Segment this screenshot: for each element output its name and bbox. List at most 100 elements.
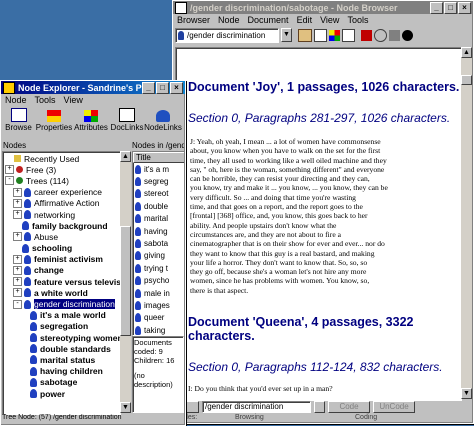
tree-node-row[interactable]: marital status	[3, 354, 120, 365]
child-node-row[interactable]: stereot	[133, 188, 184, 200]
tree-node-row[interactable]: + change	[3, 265, 120, 276]
expand-icon[interactable]: +	[13, 198, 22, 208]
menu-view[interactable]: View	[64, 95, 83, 105]
tree-node-row[interactable]: - gender discrimination	[3, 298, 120, 310]
find-icon[interactable]	[389, 29, 400, 41]
expand-icon[interactable]: +	[13, 187, 22, 197]
expand-icon[interactable]: +	[13, 277, 22, 287]
child-node-row[interactable]: trying t	[133, 262, 184, 274]
expand-icon[interactable]: +	[5, 165, 14, 175]
flag-icon[interactable]	[361, 29, 372, 41]
tree-node-row[interactable]: Recently Used	[3, 153, 120, 164]
child-node-row[interactable]: giving	[133, 250, 184, 262]
close-icon[interactable]: ×	[170, 81, 183, 94]
browser-statusbar: Nodes: Browsing Coding	[175, 414, 471, 423]
tree-node-row[interactable]: + Free (3)	[3, 164, 120, 175]
tree-node-row[interactable]: stereotyping women	[3, 332, 120, 343]
scroll-up-icon[interactable]: ▲	[120, 151, 131, 162]
expand-icon[interactable]: +	[13, 210, 22, 220]
close-icon[interactable]: ×	[458, 1, 471, 14]
collapse-icon[interactable]: -	[13, 299, 22, 309]
child-node-row[interactable]: taking	[133, 324, 184, 335]
child-node-row[interactable]: double	[133, 200, 184, 212]
child-node-row[interactable]: it's a m	[133, 163, 184, 175]
tree-node-row[interactable]: power	[3, 388, 120, 399]
child-node-row[interactable]: psycho	[133, 275, 184, 287]
node-icon	[30, 333, 37, 343]
expand-icon[interactable]: +	[13, 232, 22, 242]
help-icon[interactable]	[402, 29, 413, 41]
tree-node-row[interactable]: it's a male world	[3, 310, 120, 321]
document-view[interactable]: Document 'Joy', 1 passages, 1026 charact…	[175, 47, 462, 401]
node-tree[interactable]: Recently Used + Free (3) - Trees (114) + caree…	[2, 151, 121, 415]
dropdown-arrow-icon[interactable]: ▼	[281, 28, 292, 42]
menu-tools[interactable]: Tools	[347, 15, 368, 25]
menu-browser[interactable]: Browser	[177, 15, 210, 25]
tree-scrollbar[interactable]: ▲ ▼	[120, 151, 131, 413]
grid-icon[interactable]	[342, 28, 355, 42]
menu-view[interactable]: View	[320, 15, 339, 25]
tree-node-row[interactable]: + feminist activism	[3, 254, 120, 265]
tree-node-row[interactable]: + feature versus television	[3, 276, 120, 287]
child-node-row[interactable]: male in	[133, 287, 184, 299]
doclinks-button[interactable]: DocLinks	[109, 108, 145, 132]
menu-node[interactable]: Node	[218, 15, 240, 25]
expand-icon[interactable]: +	[13, 265, 22, 275]
child-node-list[interactable]: Title it's a m segreg stereot double marital…	[132, 151, 184, 336]
scroll-up-icon[interactable]: ▲	[461, 47, 472, 58]
coding-node-field[interactable]: /gender discrimination	[202, 401, 311, 413]
tree-node-row[interactable]: having children	[3, 366, 120, 377]
child-node-row[interactable]: segreg	[133, 175, 184, 187]
explorer-titlebar[interactable]: Node Explorer - Sandrine's Project _ □ ×	[1, 81, 185, 94]
scroll-thumb[interactable]	[120, 226, 131, 336]
collapse-icon[interactable]: -	[5, 176, 14, 186]
uncode-button[interactable]: UnCode	[373, 401, 415, 413]
maximize-icon[interactable]: □	[156, 81, 169, 94]
tree-node-row[interactable]: - Trees (114)	[3, 175, 120, 186]
menu-node[interactable]: Node	[5, 95, 27, 105]
scroll-down-icon[interactable]: ▼	[461, 388, 472, 399]
node-icon	[30, 321, 37, 331]
attributes-button[interactable]: Attributes	[73, 110, 109, 132]
menu-document[interactable]: Document	[248, 15, 289, 25]
link-icon[interactable]	[374, 28, 387, 42]
tree-node-row[interactable]: double standards	[3, 343, 120, 354]
minimize-icon[interactable]: _	[430, 1, 443, 14]
coding-dropdown-icon[interactable]	[314, 401, 325, 413]
nodelinks-button[interactable]: NodeLinks	[144, 110, 182, 132]
child-node-row[interactable]: marital	[133, 213, 184, 225]
node-path-field[interactable]: /gender discrimination	[175, 27, 279, 43]
tree-node-row[interactable]: family background	[3, 220, 120, 231]
scroll-thumb[interactable]	[461, 75, 472, 85]
book-icon[interactable]	[298, 28, 312, 42]
tree-node-row[interactable]: + Abuse	[3, 231, 120, 242]
code-button[interactable]: Code	[328, 401, 370, 413]
browser-titlebar[interactable]: /gender discrimination/sabotage - Node B…	[173, 1, 473, 14]
menu-tools[interactable]: Tools	[35, 95, 56, 105]
doc-queena-heading: Document 'Queena', 4 passages, 3322 char…	[188, 315, 414, 344]
tree-node-row[interactable]: sabotage	[3, 377, 120, 388]
maximize-icon[interactable]: □	[444, 1, 457, 14]
expand-icon[interactable]: +	[13, 288, 22, 298]
tree-node-row[interactable]: schooling	[3, 243, 120, 254]
palette-icon[interactable]	[329, 29, 340, 41]
properties-button[interactable]: Properties	[35, 110, 73, 132]
node-path-icon	[178, 30, 184, 40]
list-icon[interactable]	[314, 28, 327, 42]
tree-node-row[interactable]: + Affirmative Action	[3, 198, 120, 209]
title-column-header[interactable]: Title	[133, 152, 184, 163]
child-node-row[interactable]: sabota	[133, 237, 184, 249]
tree-node-row[interactable]: + networking	[3, 209, 120, 220]
child-node-row[interactable]: images	[133, 299, 184, 311]
document-scrollbar[interactable]: ▲ ▼	[461, 47, 472, 399]
tree-node-row[interactable]: segregation	[3, 321, 120, 332]
minimize-icon[interactable]: _	[142, 81, 155, 94]
child-node-row[interactable]: queer	[133, 312, 184, 324]
tree-node-row[interactable]: + a white world	[3, 287, 120, 298]
expand-icon[interactable]: +	[13, 254, 22, 264]
menu-edit[interactable]: Edit	[297, 15, 313, 25]
scroll-down-icon[interactable]: ▼	[120, 402, 131, 413]
tree-node-row[interactable]: + career experience	[3, 187, 120, 198]
child-node-row[interactable]: having	[133, 225, 184, 237]
browse-button[interactable]: Browse	[2, 108, 35, 132]
